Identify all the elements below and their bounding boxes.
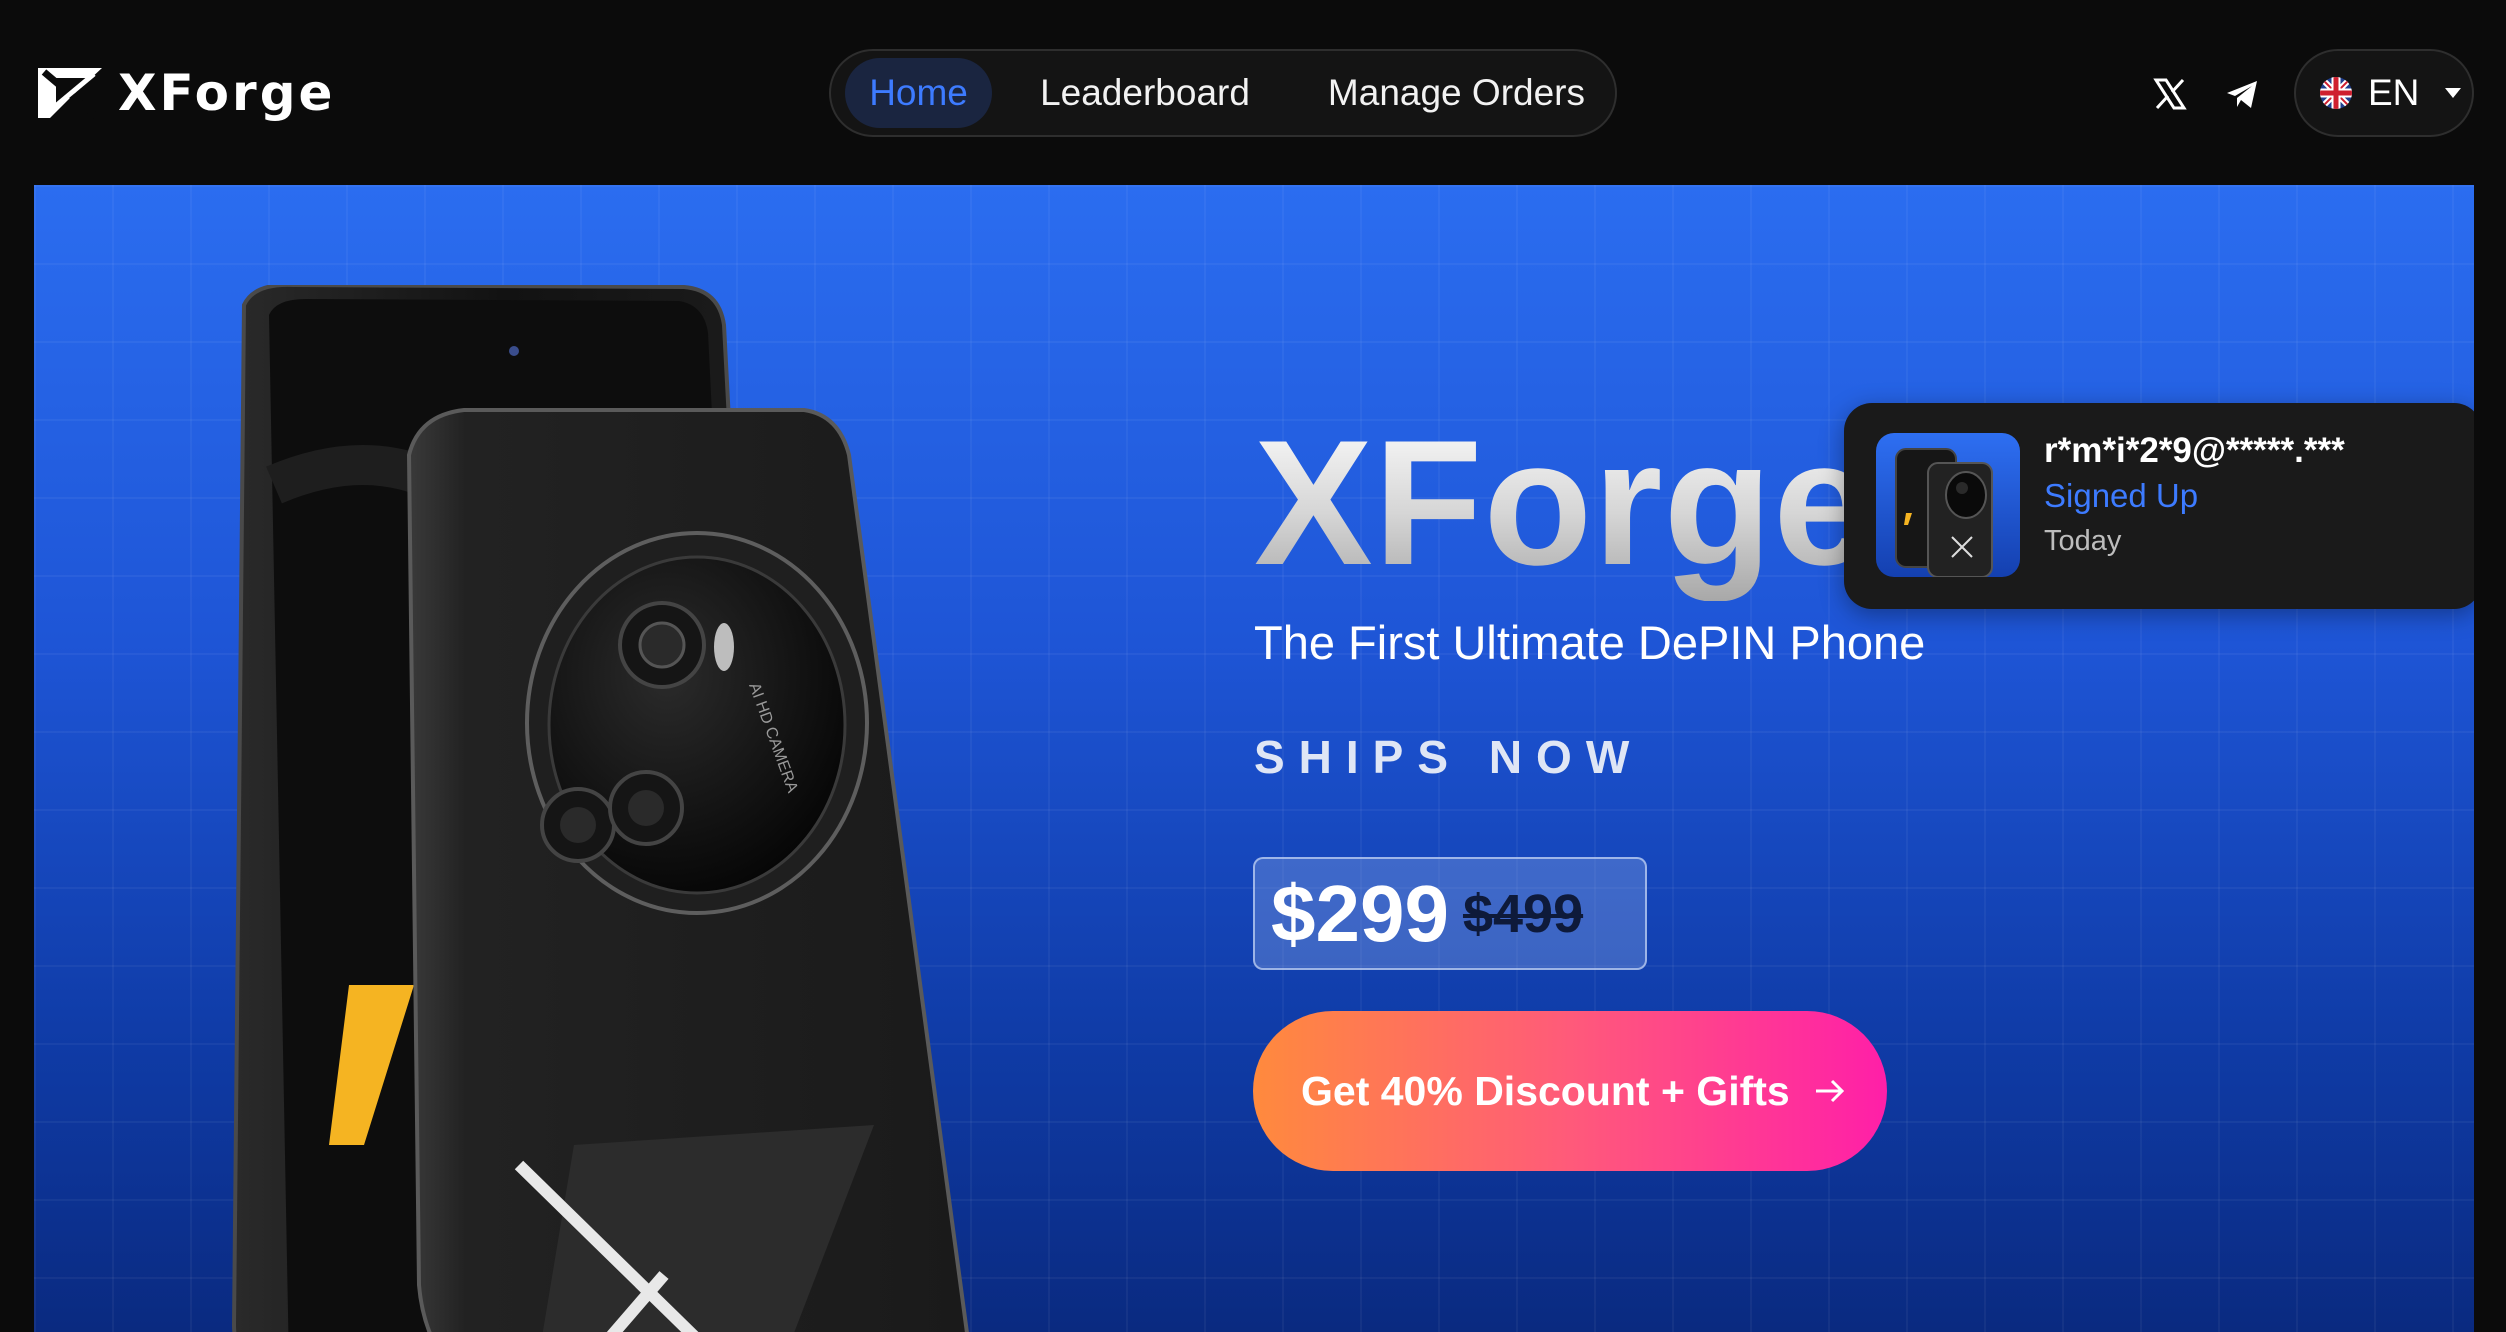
nav-home[interactable]: Home (845, 58, 993, 128)
main-nav: Home Leaderboard Manage Orders (829, 49, 1617, 137)
nav-manage-orders[interactable]: Manage Orders (1298, 58, 1615, 128)
current-price: $299 (1271, 868, 1449, 958)
telegram-social-link[interactable] (2220, 72, 2264, 116)
language-code: EN (2368, 72, 2420, 113)
nav-leaderboard[interactable]: Leaderboard (1010, 58, 1280, 128)
notification-phone-thumbnail (1876, 433, 2020, 577)
hero-subtitle: The First Ultimate DePIN Phone (1254, 616, 1926, 669)
x-social-link[interactable] (2148, 72, 2192, 116)
top-header: XForge Home Leaderboard Manage Orders EN (0, 0, 2506, 185)
xforge-logo-icon (38, 68, 102, 119)
hero-title: XForge (1254, 403, 1874, 602)
notification-user: r*m*i*2*9@*****.*** (2044, 431, 2345, 470)
phone-product-image: AI HD CAMERA (231, 285, 969, 1332)
brand-name: XForge (118, 64, 336, 122)
language-selector[interactable]: EN (2294, 49, 2474, 137)
discount-cta-button[interactable]: Get 40% Discount + Gifts (1253, 1011, 1887, 1171)
uk-flag-icon (2320, 77, 2352, 109)
notification-status: Signed Up (2044, 477, 2199, 514)
ship-status: SHIPS NOW (1254, 731, 1644, 783)
chevron-down-icon (2445, 88, 2462, 98)
telegram-icon (2227, 81, 2257, 108)
hero-section: AI HD CAMERA XForge The First Ultimate D… (34, 185, 2474, 1332)
notification-time: Today (2044, 525, 2122, 557)
arrow-right-icon (1815, 1079, 1844, 1103)
original-price: $499 (1462, 883, 1584, 944)
x-icon (2153, 78, 2187, 110)
price-box: $299 $499 (1253, 857, 1647, 970)
brand-logo[interactable]: XForge (34, 62, 335, 124)
cta-label: Get 40% Discount + Gifts (1301, 1067, 1790, 1114)
signup-notification: r*m*i*2*9@*****.*** Signed Up Today (1844, 403, 2474, 609)
